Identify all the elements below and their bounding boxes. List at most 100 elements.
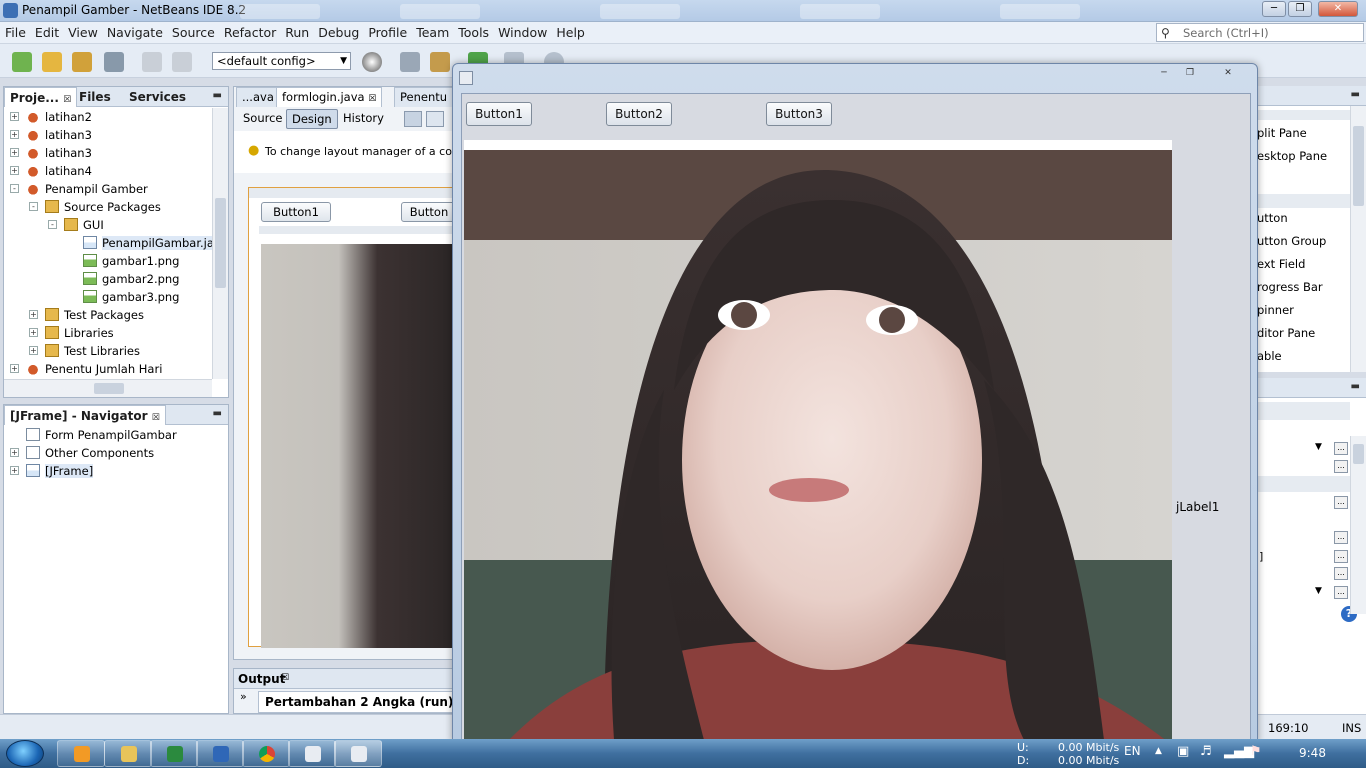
palette-item[interactable]: plit Pane: [1257, 126, 1307, 140]
property-edit-button[interactable]: ...: [1334, 586, 1348, 599]
project-tree-item[interactable]: gambar2.png: [4, 270, 212, 288]
collapse-icon[interactable]: -: [10, 184, 19, 193]
expand-icon[interactable]: +: [10, 448, 19, 457]
button3[interactable]: Button3: [766, 102, 832, 126]
menu-debug[interactable]: Debug: [313, 22, 363, 40]
output-run-tab[interactable]: Pertambahan 2 Angka (run) ☒: [258, 691, 466, 713]
project-tree-item[interactable]: gambar1.png: [4, 252, 212, 270]
view-source-button[interactable]: Source: [238, 109, 288, 129]
expand-icon[interactable]: »: [240, 690, 247, 703]
view-design-button[interactable]: Design: [286, 109, 338, 129]
form-button2[interactable]: Button: [401, 202, 457, 222]
property-edit-button[interactable]: ...: [1334, 550, 1348, 563]
palette-item[interactable]: utton Group: [1257, 234, 1326, 248]
project-tree-item[interactable]: + latihan2: [4, 108, 212, 126]
build-hammer-icon[interactable]: [400, 52, 420, 72]
app-maximize-button[interactable]: ❐: [1177, 67, 1203, 81]
menu-view[interactable]: View: [63, 22, 102, 40]
taskbar-chrome[interactable]: [242, 740, 290, 767]
menu-help[interactable]: Help: [551, 22, 589, 40]
menu-run[interactable]: Run: [280, 22, 313, 40]
navigator-tree-item[interactable]: Form PenampilGambar: [4, 426, 228, 444]
app-close-button[interactable]: ✕: [1213, 67, 1243, 81]
close-button[interactable]: ✕: [1318, 1, 1358, 17]
project-tree-item[interactable]: PenampilGambar.java: [4, 234, 212, 252]
expand-icon[interactable]: +: [10, 148, 19, 157]
project-tree-item[interactable]: + latihan3: [4, 126, 212, 144]
editor-tab-formlogin[interactable]: formlogin.java ☒: [276, 87, 383, 107]
palette-item[interactable]: able: [1257, 349, 1282, 363]
minimize-panel-icon[interactable]: ▬: [213, 408, 222, 419]
taskbar-java-app[interactable]: [334, 740, 382, 767]
vertical-scrollbar[interactable]: [212, 108, 228, 379]
property-edit-button[interactable]: ...: [1334, 567, 1348, 580]
form-button1[interactable]: Button1: [261, 202, 331, 222]
project-tree-item[interactable]: + Penentu Jumlah Hari: [4, 360, 212, 378]
taskbar-explorer[interactable]: [104, 740, 152, 767]
view-history-button[interactable]: History: [338, 109, 389, 129]
project-tree-item[interactable]: + Test Packages: [4, 306, 212, 324]
volume-icon[interactable]: ♬: [1200, 744, 1212, 759]
action-center-icon[interactable]: ⚑: [1250, 744, 1262, 759]
menu-window[interactable]: Window: [493, 22, 551, 40]
project-tree-item[interactable]: - GUI: [4, 216, 212, 234]
expand-icon[interactable]: +: [10, 466, 19, 475]
minimize-panel-icon[interactable]: ▬: [1351, 381, 1360, 392]
collapse-icon[interactable]: -: [48, 220, 57, 229]
taskbar-netbeans[interactable]: [288, 740, 336, 767]
maximize-button[interactable]: ❐: [1288, 1, 1312, 17]
output-title[interactable]: Output: [238, 672, 285, 686]
form-designer-canvas[interactable]: Button1 Button: [248, 187, 457, 648]
palette-item[interactable]: esktop Pane: [1257, 149, 1327, 163]
menu-team[interactable]: Team: [411, 22, 453, 40]
tab-navigator[interactable]: [JFrame] - Navigator ☒: [4, 405, 166, 425]
button1[interactable]: Button1: [466, 102, 532, 126]
device-icon[interactable]: ▣: [1177, 744, 1189, 759]
navigator-tree-item[interactable]: + Other Components: [4, 444, 228, 462]
chevron-down-icon[interactable]: ▼: [1315, 442, 1322, 452]
close-output-icon[interactable]: ☒: [281, 673, 289, 683]
project-tree-item[interactable]: - Source Packages: [4, 198, 212, 216]
button2[interactable]: Button2: [606, 102, 672, 126]
project-tree-item[interactable]: gambar3.png: [4, 288, 212, 306]
taskbar-excel[interactable]: [150, 740, 198, 767]
palette-item[interactable]: ext Field: [1257, 257, 1305, 271]
show-hidden-icons[interactable]: ▲: [1155, 746, 1162, 756]
tab-projects[interactable]: Proje... ☒: [4, 87, 78, 107]
app-minimize-button[interactable]: ─: [1151, 67, 1177, 81]
new-file-icon[interactable]: [12, 52, 32, 72]
palette-item[interactable]: ditor Pane: [1257, 326, 1315, 340]
taskbar-virtualbox[interactable]: [196, 740, 244, 767]
tab-files[interactable]: Files: [74, 87, 116, 107]
menu-refactor[interactable]: Refactor: [219, 22, 280, 40]
property-edit-button[interactable]: ...: [1334, 442, 1348, 455]
vertical-scrollbar[interactable]: [1350, 436, 1366, 614]
expand-icon[interactable]: +: [10, 364, 19, 373]
tab-services[interactable]: Services: [124, 87, 191, 107]
palette-item[interactable]: pinner: [1257, 303, 1294, 317]
undo-icon[interactable]: [142, 52, 162, 72]
taskbar-media-player[interactable]: [57, 740, 105, 767]
project-tree-item[interactable]: + latihan4: [4, 162, 212, 180]
preview-design-icon[interactable]: [426, 111, 444, 127]
minimize-button[interactable]: ─: [1262, 1, 1286, 17]
horizontal-scrollbar[interactable]: [4, 379, 212, 397]
language-indicator[interactable]: EN: [1124, 744, 1141, 758]
navigator-tree-item[interactable]: + [JFrame]: [4, 462, 228, 480]
minimize-panel-icon[interactable]: ▬: [1351, 89, 1360, 100]
property-edit-button[interactable]: ...: [1334, 496, 1348, 509]
menu-navigate[interactable]: Navigate: [102, 22, 167, 40]
property-edit-button[interactable]: ...: [1334, 531, 1348, 544]
selection-mode-icon[interactable]: [404, 111, 422, 127]
save-all-icon[interactable]: [104, 52, 124, 72]
new-project-icon[interactable]: [42, 52, 62, 72]
collapse-icon[interactable]: -: [29, 202, 38, 211]
expand-icon[interactable]: +: [29, 328, 38, 337]
globe-icon[interactable]: [362, 52, 382, 72]
expand-icon[interactable]: +: [10, 166, 19, 175]
menu-tools[interactable]: Tools: [453, 22, 493, 40]
editor-tab-penentu[interactable]: Penentu: [394, 87, 454, 107]
project-tree-item[interactable]: + Test Libraries: [4, 342, 212, 360]
menu-file[interactable]: File: [0, 22, 30, 40]
project-tree-item[interactable]: + Libraries: [4, 324, 212, 342]
